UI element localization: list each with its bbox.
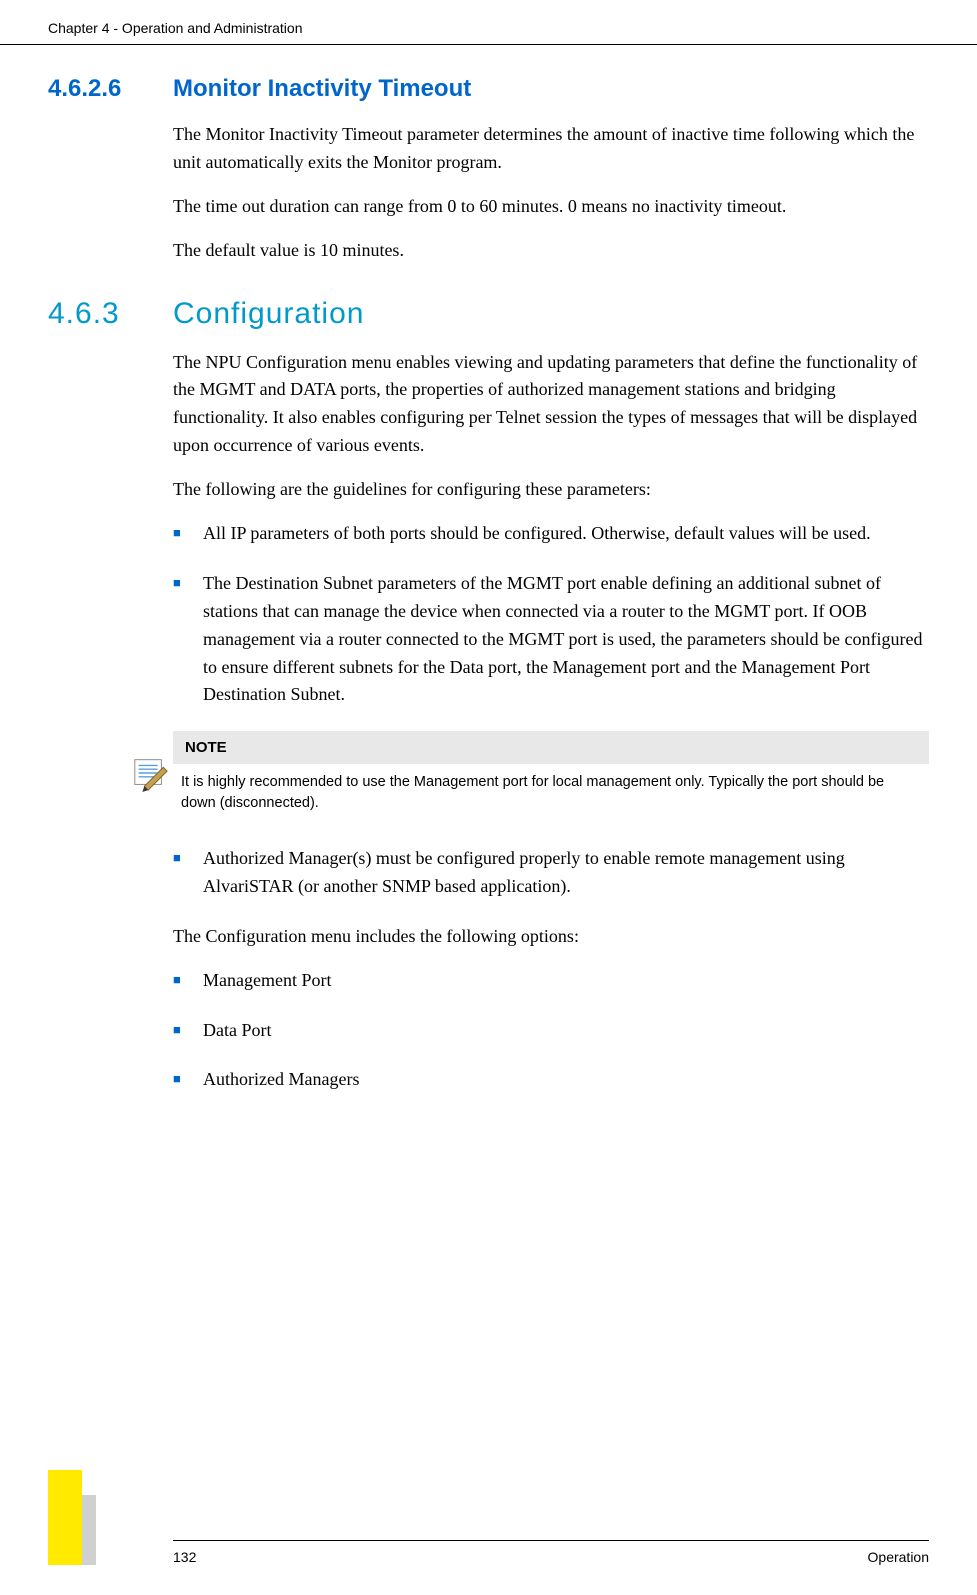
section-number: 4.6.3 [48, 297, 173, 331]
paragraph: The following are the guidelines for con… [173, 476, 929, 504]
section-title: Configuration [173, 297, 364, 331]
section-title: Monitor Inactivity Timeout [173, 75, 471, 103]
list-item: Data Port [173, 1017, 929, 1045]
section-number: 4.6.2.6 [48, 75, 173, 103]
page-footer: 132 Operation [0, 1540, 977, 1565]
list-item: All IP parameters of both ports should b… [173, 520, 929, 548]
paragraph: The time out duration can range from 0 t… [173, 193, 929, 221]
decorative-gray-bar [82, 1495, 96, 1565]
list-item: Management Port [173, 967, 929, 995]
note-label: NOTE [173, 731, 929, 764]
note-text: It is highly recommended to use the Mana… [173, 772, 929, 813]
page-content: 4.6.2.6 Monitor Inactivity Timeout The M… [0, 45, 977, 1094]
page-header: Chapter 4 - Operation and Administration [0, 0, 977, 45]
list-item: Authorized Managers [173, 1066, 929, 1094]
paragraph: The NPU Configuration menu enables viewi… [173, 349, 929, 461]
section-4626: 4.6.2.6 Monitor Inactivity Timeout The M… [48, 75, 929, 265]
heading-4626: 4.6.2.6 Monitor Inactivity Timeout [48, 75, 929, 103]
heading-463: 4.6.3 Configuration [48, 297, 929, 331]
note-box: NOTE It is highly recommended to use the… [173, 731, 929, 821]
list-item: Authorized Manager(s) must be configured… [173, 845, 929, 901]
note-pencil-icon [131, 754, 169, 797]
page-number: 132 [173, 1549, 196, 1565]
bullet-list-options: Management Port Data Port Authorized Man… [173, 967, 929, 1095]
footer-line: 132 Operation [173, 1540, 929, 1565]
list-item: The Destination Subnet parameters of the… [173, 570, 929, 709]
bullet-list-guidelines: All IP parameters of both ports should b… [173, 520, 929, 709]
footer-section-name: Operation [868, 1549, 929, 1565]
chapter-label: Chapter 4 - Operation and Administration [48, 20, 302, 36]
paragraph: The Configuration menu includes the foll… [173, 923, 929, 951]
paragraph: The default value is 10 minutes. [173, 237, 929, 265]
note-body: It is highly recommended to use the Mana… [173, 764, 929, 821]
section-463: 4.6.3 Configuration The NPU Configuratio… [48, 297, 929, 1095]
paragraph: The Monitor Inactivity Timeout parameter… [173, 121, 929, 177]
bullet-list-auth: Authorized Manager(s) must be configured… [173, 845, 929, 901]
decorative-yellow-bar [48, 1470, 82, 1565]
